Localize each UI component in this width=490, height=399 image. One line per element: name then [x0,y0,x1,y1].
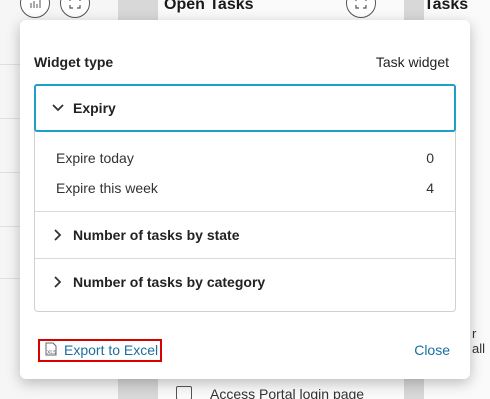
list-item: Expire today 0 [56,143,434,173]
export-label: Export to Excel [64,342,159,358]
dialog-footer: XLS Export to Excel Close [38,338,450,362]
accordion-header-expiry[interactable]: Expiry [34,84,456,132]
accordion: Expiry Expire today 0 Expire this week 4… [34,84,456,312]
row-value: 0 [426,150,434,166]
expand-icon[interactable] [60,0,90,18]
section-label: Number of tasks by state [73,227,240,243]
widget-type-label: Widget type [34,54,114,70]
card-title: Open Tasks [164,0,254,13]
row-value: 4 [426,180,434,196]
list-item: Expire this week 4 [56,173,434,203]
section-label: Number of tasks by category [73,274,266,290]
row-label: Expire today [56,150,134,166]
svg-text:XLS: XLS [47,350,57,356]
expiry-content: Expire today 0 Expire this week 4 [35,131,455,211]
divider [0,172,22,173]
accordion-header-state[interactable]: Number of tasks by state [35,212,455,258]
dialog-header: Widget type Task widget [34,54,449,70]
section-label: Expiry [73,100,116,116]
accordion-item-category: Number of tasks by category [35,258,455,305]
accordion-header-category[interactable]: Number of tasks by category [35,259,455,305]
divider [0,64,22,65]
divider [0,278,22,279]
expand-icon[interactable] [346,0,376,18]
portal-icon [176,386,192,399]
chevron-right-icon [51,275,65,289]
divider [0,118,22,119]
side-text: r all [472,326,486,356]
accordion-item-state: Number of tasks by state [35,211,455,258]
row-label: Expire this week [56,180,158,196]
card-title: Tasks [424,0,469,13]
chart-icon[interactable] [20,0,50,18]
widget-type-value: Task widget [375,54,449,70]
close-button[interactable]: Close [414,342,450,358]
excel-file-icon: XLS [44,342,58,359]
divider [0,226,22,227]
export-to-excel-button[interactable]: XLS Export to Excel [38,338,163,362]
chevron-down-icon [51,101,65,115]
chevron-right-icon [51,228,65,242]
portal-link[interactable]: Access Portal login page [210,386,364,399]
widget-dialog: Widget type Task widget Expiry Expire to… [20,20,470,379]
